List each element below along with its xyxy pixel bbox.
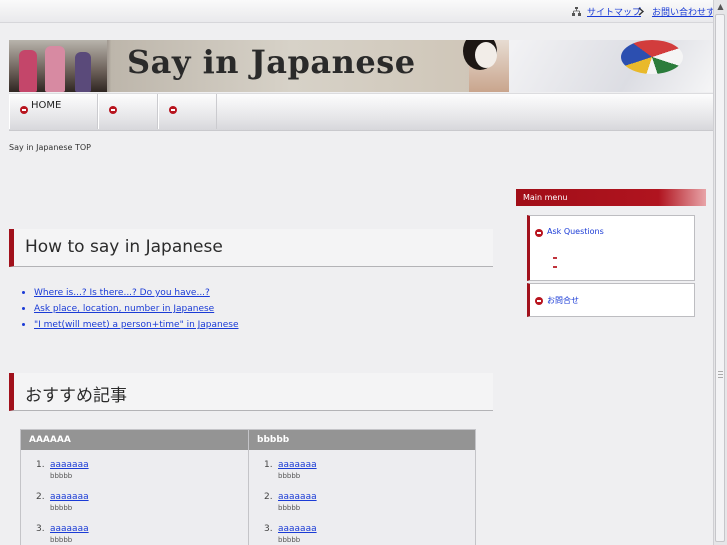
sitemap-link[interactable]: サイトマップ — [572, 5, 641, 18]
sitemap-label: サイトマップ — [587, 8, 642, 18]
item-number: 3. — [264, 524, 273, 534]
sitemap-icon — [572, 7, 581, 16]
sidebar-contact-link[interactable]: お問合せ — [547, 296, 579, 305]
article-link[interactable]: "I met(will meet) a person+time" in Japa… — [34, 320, 239, 330]
item-link[interactable]: aaaaaaa — [50, 492, 89, 502]
bullet-icon — [535, 229, 543, 237]
bullet-icon — [169, 106, 177, 114]
item-number: 1. — [264, 460, 273, 470]
item-link[interactable]: aaaaaaa — [278, 460, 317, 470]
section-heading-recommended: おすすめ記事 — [9, 373, 493, 411]
item-number: 2. — [36, 492, 45, 502]
item-number: 2. — [264, 492, 273, 502]
nav-tab-2[interactable] — [98, 94, 158, 129]
item-link[interactable]: aaaaaaa — [278, 524, 317, 534]
contact-link[interactable]: お問い合わせする — [637, 5, 724, 18]
breadcrumb: Say in Japanese TOP — [9, 143, 91, 152]
item-subtext: bbbbb — [278, 472, 301, 480]
scrollbar-thumb[interactable] — [715, 14, 725, 542]
section-heading-text: おすすめ記事 — [25, 386, 127, 406]
sub-item-marker[interactable] — [553, 266, 557, 268]
list-item: "I met(will meet) a person+time" in Japa… — [22, 318, 239, 334]
table-row: 3. aaaaaaa bbbbb — [249, 514, 475, 545]
item-subtext: bbbbb — [50, 536, 73, 544]
item-link[interactable]: aaaaaaa — [278, 492, 317, 502]
sub-item-marker[interactable] — [553, 257, 557, 259]
recommended-table: AAAAAA 1. aaaaaaa bbbbb 2. aaaaaaa bbbbb… — [20, 429, 476, 545]
nav-tab-3[interactable] — [158, 94, 217, 129]
ask-questions-link[interactable]: Ask Questions — [547, 227, 604, 236]
arrow-right-icon — [637, 7, 646, 16]
item-subtext: bbbbb — [278, 504, 301, 512]
table-row: 3. aaaaaaa bbbbb — [21, 514, 248, 545]
column-header: AAAAAA — [21, 430, 248, 450]
table-row: 2. aaaaaaa bbbbb — [249, 482, 475, 514]
main-menu-header: Main menu — [516, 189, 706, 206]
nav-tab-home[interactable]: HOME — [9, 94, 98, 129]
section-heading-text: How to say in Japanese — [25, 237, 223, 257]
list-item: Where is...? Is there...? Do you have...… — [22, 286, 239, 302]
sidebar-item-contact[interactable]: お問合せ — [535, 295, 579, 306]
sidebar-item-ask-questions[interactable]: Ask Questions — [535, 227, 604, 237]
main-menu-box: Ask Questions — [527, 215, 695, 281]
table-column: bbbbb 1. aaaaaaa bbbbb 2. aaaaaaa bbbbb … — [248, 430, 475, 545]
item-subtext: bbbbb — [50, 472, 73, 480]
table-row: 1. aaaaaaa bbbbb — [21, 450, 248, 482]
nav-tab-home-label: HOME — [31, 100, 62, 111]
item-link[interactable]: aaaaaaa — [50, 524, 89, 534]
item-number: 3. — [36, 524, 45, 534]
how-to-link-list: Where is...? Is there...? Do you have...… — [22, 286, 239, 334]
scroll-up-icon[interactable]: ▲ — [716, 2, 725, 11]
table-row: 1. aaaaaaa bbbbb — [249, 450, 475, 482]
temari-ball-image — [621, 40, 683, 74]
table-column: AAAAAA 1. aaaaaaa bbbbb 2. aaaaaaa bbbbb… — [21, 430, 248, 545]
table-row: 2. aaaaaaa bbbbb — [21, 482, 248, 514]
secondary-menu-box: お問合せ — [527, 283, 695, 317]
top-utility-bar: サイトマップ お問い合わせする — [0, 0, 724, 23]
item-link[interactable]: aaaaaaa — [50, 460, 89, 470]
site-banner[interactable]: Say in Japanese — [9, 40, 715, 92]
bullet-icon — [20, 106, 28, 114]
bullet-icon — [535, 297, 543, 305]
vertical-scrollbar[interactable]: ▲ — [713, 0, 727, 545]
site-title: Say in Japanese — [127, 43, 416, 81]
article-link[interactable]: Where is...? Is there...? Do you have...… — [34, 288, 210, 298]
temari-photo — [509, 40, 715, 92]
article-link[interactable]: Ask place, location, number in Japanese — [34, 304, 214, 314]
main-nav: HOME — [9, 93, 715, 131]
item-subtext: bbbbb — [50, 504, 73, 512]
column-header: bbbbb — [249, 430, 475, 450]
list-item: Ask place, location, number in Japanese — [22, 302, 239, 318]
bullet-icon — [109, 106, 117, 114]
item-number: 1. — [36, 460, 45, 470]
section-heading-how-to: How to say in Japanese — [9, 229, 493, 267]
item-subtext: bbbbb — [278, 536, 301, 544]
